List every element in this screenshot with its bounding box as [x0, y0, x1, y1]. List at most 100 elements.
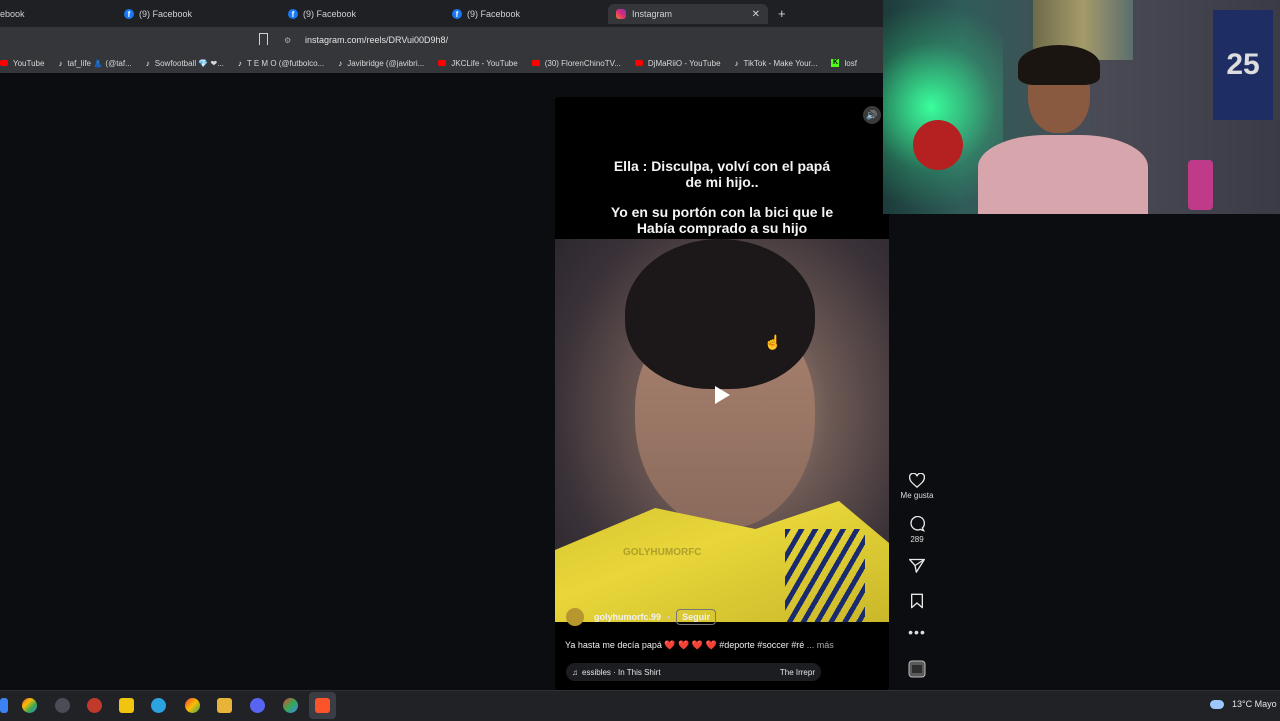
webcam-cup: [1188, 160, 1213, 210]
bookmark-label: taf_life 👗 (@taf...: [67, 58, 132, 68]
bookmark-label: YouTube: [13, 58, 45, 68]
webcam-person-hair: [1018, 45, 1100, 85]
youtube-icon: [634, 60, 643, 66]
tab-instagram[interactable]: Instagram ✕: [608, 4, 768, 24]
weather-icon: [1210, 699, 1224, 709]
instagram-icon: [616, 9, 626, 19]
description-text: Ya hasta me decía papá ❤️ ❤️ ❤️ ❤️ #depo…: [565, 640, 805, 650]
audio-track[interactable]: ♫ essibles · In This Shirt The Irrepr: [566, 663, 821, 681]
volume-icon[interactable]: 🔊: [863, 106, 881, 124]
app-icon-1[interactable]: [22, 698, 37, 713]
comment-button[interactable]: 289: [897, 516, 937, 544]
system-tray: 13°C Mayo: [1210, 699, 1277, 709]
start-icon[interactable]: [0, 698, 8, 713]
telegram-icon[interactable]: [151, 698, 166, 713]
bookmark-label: TikTok - Make Your...: [743, 58, 818, 68]
facebook-icon: f: [288, 9, 298, 19]
follow-button[interactable]: Seguir: [676, 609, 717, 625]
avatar[interactable]: [566, 608, 584, 626]
reel-video-frame[interactable]: GOLYHUMORFC: [555, 239, 889, 622]
tab-facebook-0[interactable]: ebook: [0, 4, 25, 24]
bookmark-label: losf: [844, 58, 857, 68]
bookmark-label: JKCLife - YouTube: [451, 58, 518, 68]
tab-label: Instagram: [632, 9, 673, 19]
bookmark-item[interactable]: DjMaRiiO - YouTube: [634, 58, 721, 68]
username[interactable]: golyhumorfc.99: [594, 612, 661, 622]
bookmark-item[interactable]: ♪ TikTok - Make Your...: [735, 59, 818, 68]
bookmark-item[interactable]: JKCLife - YouTube: [438, 58, 518, 68]
video-shirt-stripes: [785, 529, 865, 622]
like-button[interactable]: Me gusta: [897, 473, 937, 500]
comment-icon: [910, 516, 925, 532]
caption-line: Había comprado a su hijo: [636, 220, 808, 236]
share-button[interactable]: [897, 558, 937, 576]
bookmark-label: T E M O (@futbolco...: [246, 58, 325, 68]
bookmark-item[interactable]: (30) FlorenChinoTV...: [531, 58, 621, 68]
app-icon-2[interactable]: [55, 698, 70, 713]
youtube-icon: [531, 60, 540, 66]
webcam-red-object: [913, 120, 963, 170]
tab-label: (9) Facebook: [139, 9, 193, 19]
audio-right-text: The Irrepr: [779, 667, 815, 677]
app-icon-3[interactable]: [87, 698, 102, 713]
url-text: instagram.com/reels/DRVui00D9h8/: [305, 35, 449, 45]
bookmark-item[interactable]: ♪ taf_life 👗 (@taf...: [58, 59, 131, 68]
file-explorer-icon[interactable]: [217, 698, 232, 713]
bookmark-label: Sowfootball 💎 ❤...: [154, 58, 224, 68]
tab-facebook-3[interactable]: f (9) Facebook: [452, 4, 520, 24]
weather-text[interactable]: 13°C Mayo: [1232, 699, 1277, 709]
brave-icon[interactable]: [315, 698, 330, 713]
tab-label: (9) Facebook: [303, 9, 357, 19]
bookmark-item[interactable]: ♪ Javibridge (@javibri...: [338, 59, 424, 68]
tab-facebook-2[interactable]: f (9) Facebook: [288, 4, 356, 24]
close-tab-icon[interactable]: ✕: [752, 9, 760, 20]
like-label: Me gusta: [900, 491, 934, 500]
audio-thumbnail-icon: [908, 660, 926, 678]
video-watermark: GOLYHUMORFC: [623, 547, 702, 558]
reel-caption-overlay: Ella : Disculpa, volví con el papá de mi…: [555, 97, 889, 239]
caption-line: de mi hijo..: [685, 174, 759, 190]
bookmark-item[interactable]: Klosf: [831, 58, 857, 68]
site-info-icon[interactable]: ⚙: [284, 36, 293, 45]
caption-line: Ella : Disculpa, volví con el papá: [613, 158, 831, 174]
webcam-person-body: [978, 135, 1148, 214]
tab-facebook-1[interactable]: f (9) Facebook: [124, 4, 192, 24]
discord-icon[interactable]: [250, 698, 265, 713]
chrome-profile-icon[interactable]: [283, 698, 298, 713]
bookmark-label: Javibridge (@javibri...: [347, 58, 425, 68]
audio-thumbnail[interactable]: [897, 660, 937, 681]
bookmark-label: DjMaRiiO - YouTube: [647, 58, 721, 68]
caption-line: Yo en su portón con la bici que le: [610, 204, 834, 220]
tiktok-icon: ♪: [338, 58, 343, 68]
facebook-icon: f: [124, 9, 134, 19]
youtube-icon: [0, 60, 8, 66]
url-field[interactable]: ⚙ instagram.com/reels/DRVui00D9h8/: [284, 30, 448, 50]
youtube-icon: [438, 60, 447, 66]
bookmark-item[interactable]: ♪ Sowfootball 💎 ❤...: [146, 59, 224, 68]
bookmark-item[interactable]: ♪ T E M O (@futbolco...: [238, 59, 324, 68]
heart-icon: [909, 473, 925, 488]
play-icon[interactable]: [713, 385, 731, 405]
bookmark-icon[interactable]: [259, 33, 268, 45]
bookmark-label: (30) FlorenChinoTV...: [544, 58, 621, 68]
more-link[interactable]: ... más: [807, 640, 834, 650]
tiktok-icon: ♪: [58, 58, 63, 68]
bookmark-item[interactable]: YouTube: [0, 59, 44, 68]
bookmark-save-icon: [911, 593, 923, 609]
chrome-icon[interactable]: [185, 698, 200, 713]
webcam-person: [978, 45, 1148, 214]
tab-label: ebook: [0, 9, 25, 19]
facebook-icon: f: [452, 9, 462, 19]
kick-icon: K: [831, 59, 840, 67]
mouse-cursor-icon: ☝: [764, 334, 782, 350]
tiktok-icon: ♪: [734, 58, 739, 68]
notes-icon[interactable]: [119, 698, 134, 713]
tiktok-icon: ♪: [237, 58, 242, 68]
send-icon: [909, 558, 925, 573]
save-button[interactable]: [897, 593, 937, 612]
more-options-icon[interactable]: •••: [897, 624, 937, 640]
webcam-jersey: 25: [1213, 10, 1273, 120]
reel-description: Ya hasta me decía papá ❤️ ❤️ ❤️ ❤️ #depo…: [565, 640, 834, 651]
new-tab-button[interactable]: +: [778, 6, 786, 21]
streamer-webcam: 25: [883, 0, 1280, 214]
